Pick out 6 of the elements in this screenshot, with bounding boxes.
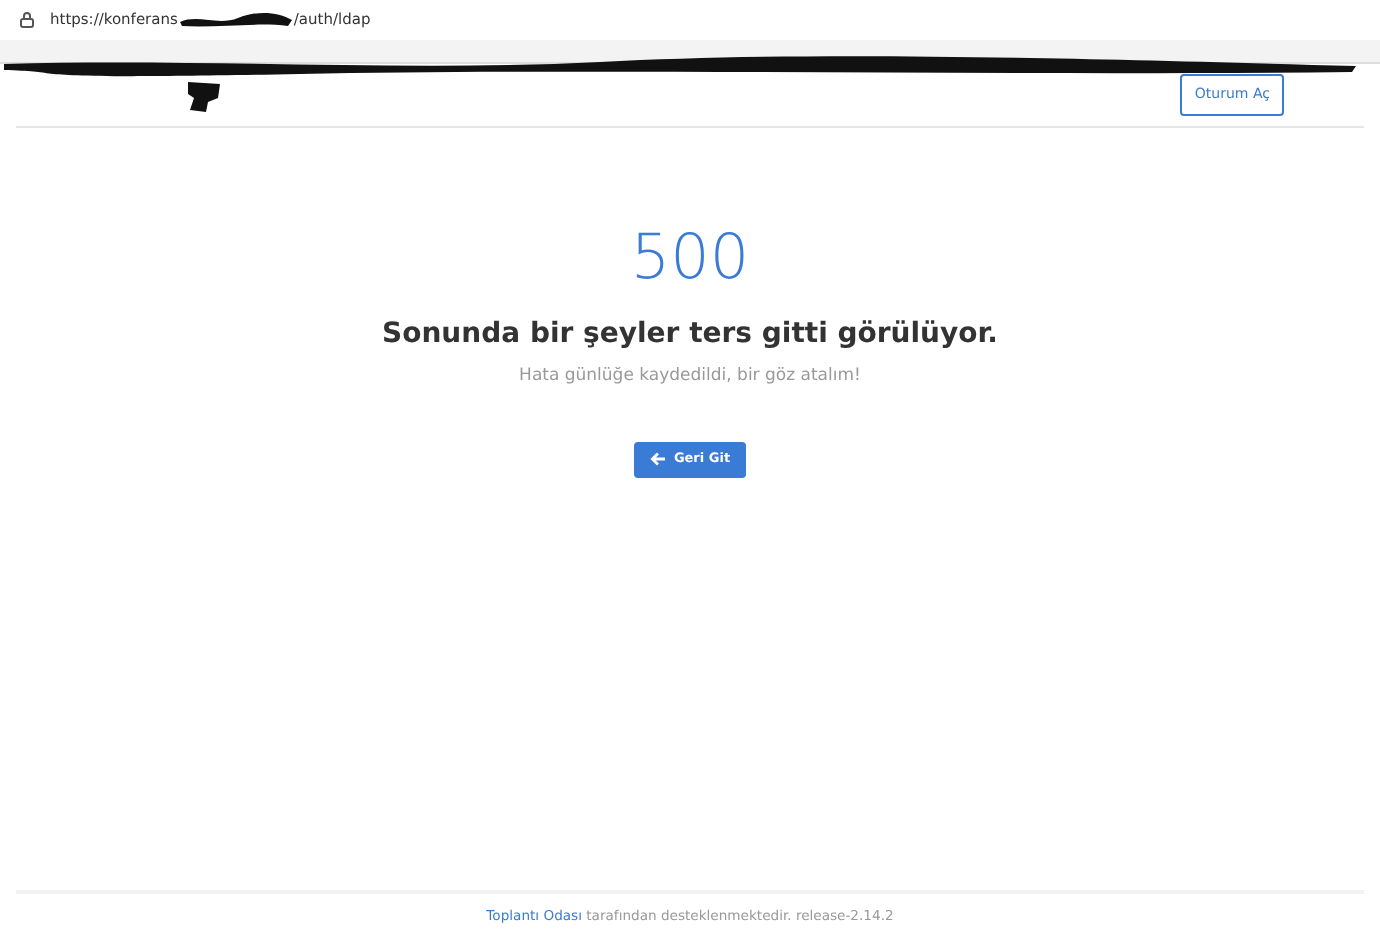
error-subtitle: Hata günlüğe kaydedildi, bir göz atalım! [517,364,863,390]
redaction-scribble [177,10,294,30]
error-code: 500 [628,228,752,290]
lock-icon [20,12,34,28]
arrow-left-icon [649,452,666,467]
error-title: Sonunda bir şeyler ters gitti görülüyor. [380,316,1000,354]
